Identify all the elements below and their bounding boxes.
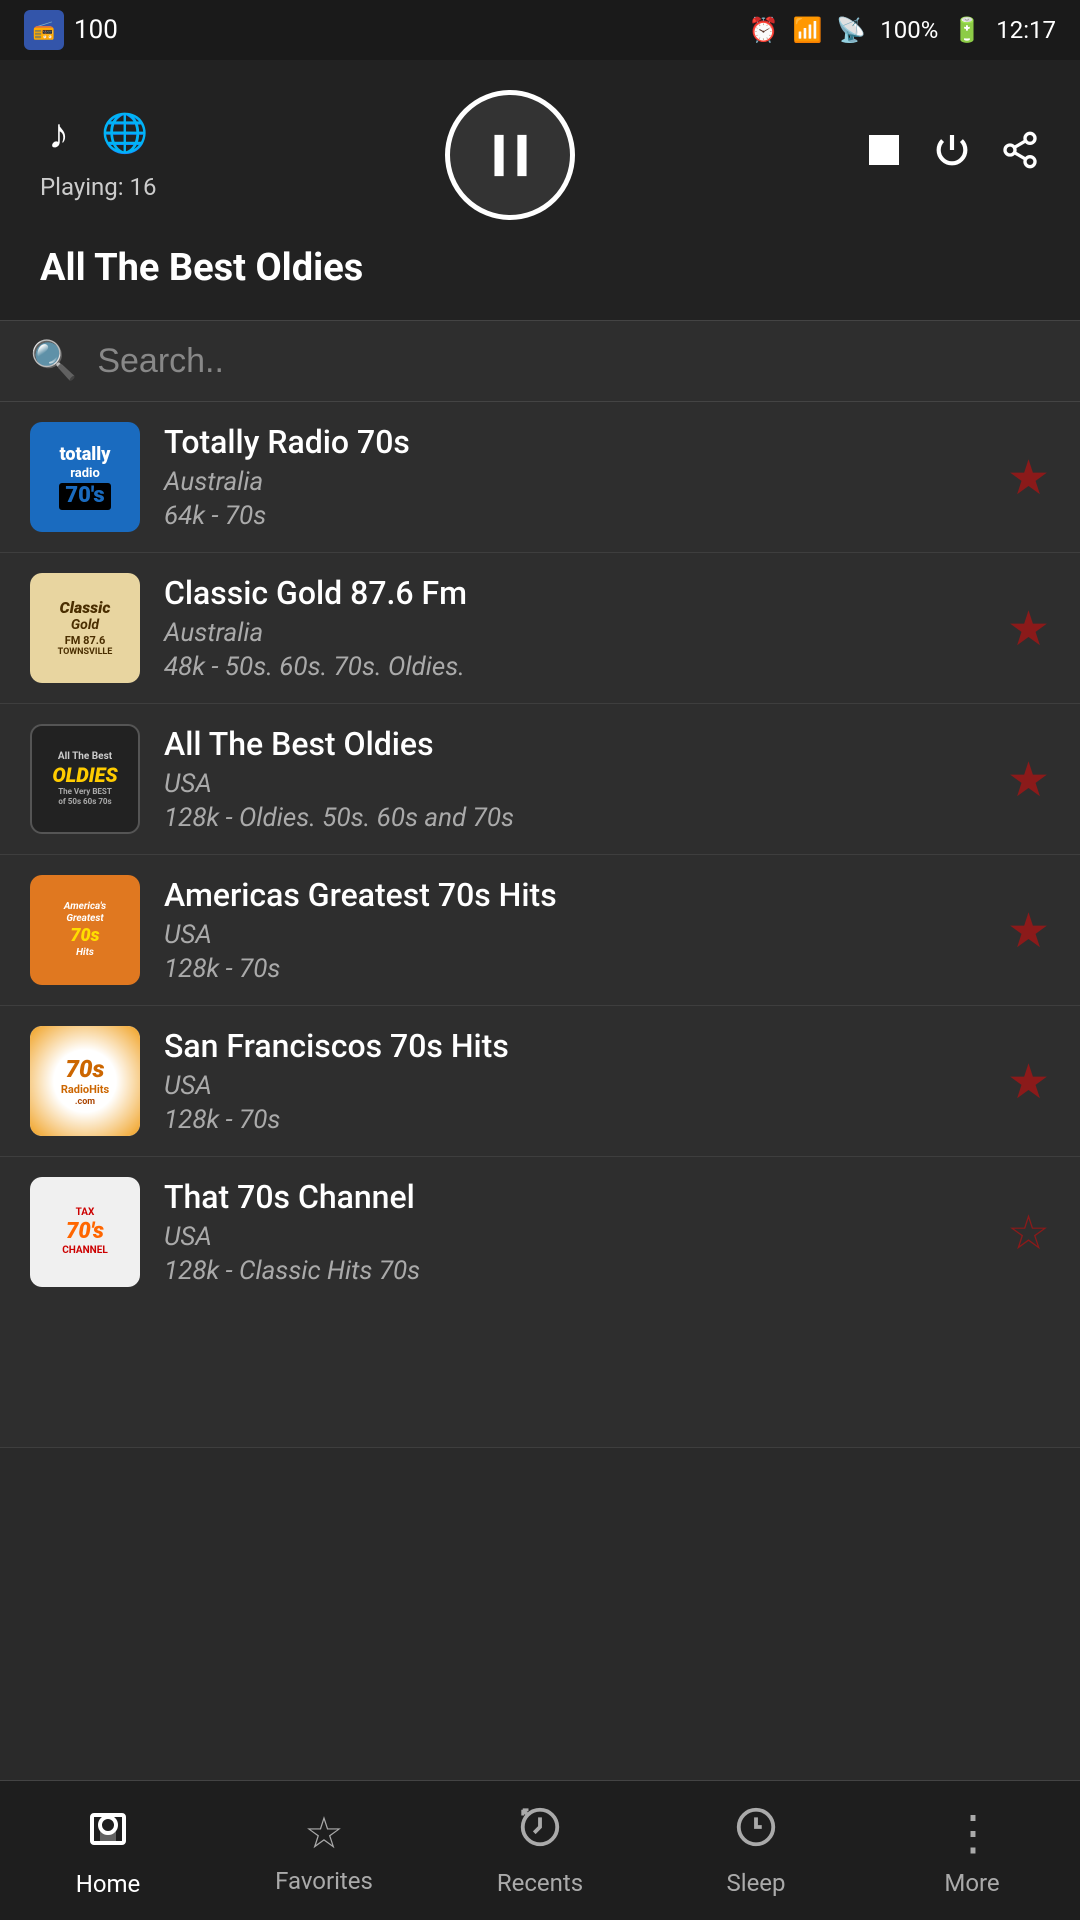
station-name-5: San Franciscos 70s Hits	[164, 1027, 991, 1065]
station-item[interactable]: Classic Gold FM 87.6 TOWNSVILLE Classic …	[0, 553, 1080, 704]
status-left: 📻 100	[24, 10, 118, 50]
station-info-2: Classic Gold 87.6 Fm Australia 48k - 50s…	[164, 574, 991, 682]
pause-button[interactable]	[445, 90, 575, 220]
favorite-star-4[interactable]: ★	[1007, 902, 1050, 959]
status-right: ⏰ 📶 📡 100% 🔋 12:17	[749, 16, 1056, 44]
player-right-icons	[864, 130, 1040, 180]
station-logo-5: 70s RadioHits .com	[30, 1026, 140, 1136]
favorite-star-3[interactable]: ★	[1007, 751, 1050, 808]
station-info-3: All The Best Oldies USA 128k - Oldies. 5…	[164, 725, 991, 833]
station-info-1: Totally Radio 70s Australia 64k - 70s	[164, 423, 991, 531]
station-meta-2: 48k - 50s. 60s. 70s. Oldies.	[164, 652, 991, 682]
now-playing-title: All The Best Oldies	[40, 246, 1040, 290]
nav-home[interactable]: Home	[0, 1781, 216, 1920]
station-meta-1: 64k - 70s	[164, 501, 991, 531]
station-country-3: USA	[164, 769, 991, 799]
station-country-2: Australia	[164, 618, 991, 648]
station-info-4: Americas Greatest 70s Hits USA 128k - 70…	[164, 876, 991, 984]
favorite-star-6[interactable]: ☆	[1007, 1204, 1050, 1261]
sleep-label: Sleep	[726, 1869, 785, 1897]
more-label: More	[944, 1869, 999, 1897]
player-left-icons: ♪ 🌐 Playing: 16	[40, 110, 157, 201]
globe-icon[interactable]: 🌐	[101, 112, 148, 156]
station-item[interactable]: America's Greatest 70s Hits Americas Gre…	[0, 855, 1080, 1006]
battery-icon: 🔋	[952, 16, 982, 44]
power-button[interactable]	[932, 130, 972, 180]
nav-favorites[interactable]: ☆ Favorites	[216, 1781, 432, 1920]
nav-sleep[interactable]: Sleep	[648, 1781, 864, 1920]
station-item[interactable]: TAX 70's CHANNEL That 70s Channel USA 12…	[0, 1157, 1080, 1448]
sleep-icon	[733, 1804, 779, 1861]
station-list: totally radio 70's Totally Radio 70s Aus…	[0, 402, 1080, 1448]
nav-recents[interactable]: Recents	[432, 1781, 648, 1920]
station-country-4: USA	[164, 920, 991, 950]
share-button[interactable]	[1000, 130, 1040, 180]
station-info-5: San Franciscos 70s Hits USA 128k - 70s	[164, 1027, 991, 1135]
favorite-star-2[interactable]: ★	[1007, 600, 1050, 657]
favorite-star-5[interactable]: ★	[1007, 1053, 1050, 1110]
search-bar: 🔍	[0, 320, 1080, 402]
recents-icon	[517, 1804, 563, 1861]
station-country-6: USA	[164, 1222, 991, 1252]
home-label: Home	[76, 1870, 141, 1898]
station-name-4: Americas Greatest 70s Hits	[164, 876, 991, 914]
search-icon: 🔍	[30, 339, 77, 383]
station-logo-4: America's Greatest 70s Hits	[30, 875, 140, 985]
app-icon: 📻	[24, 10, 64, 50]
media-icons-row: ♪ 🌐	[48, 110, 148, 159]
stop-button[interactable]	[864, 130, 904, 180]
player-header: ♪ 🌐 Playing: 16	[0, 60, 1080, 320]
station-meta-4: 128k - 70s	[164, 954, 991, 984]
favorites-label: Favorites	[275, 1867, 373, 1895]
station-name-2: Classic Gold 87.6 Fm	[164, 574, 991, 612]
station-item[interactable]: totally radio 70's Totally Radio 70s Aus…	[0, 402, 1080, 553]
player-controls-row: ♪ 🌐 Playing: 16	[40, 90, 1040, 220]
station-meta-5: 128k - 70s	[164, 1105, 991, 1135]
station-item[interactable]: 70s RadioHits .com San Franciscos 70s Hi…	[0, 1006, 1080, 1157]
station-meta-6: 128k - Classic Hits 70s	[164, 1256, 991, 1286]
nav-more[interactable]: ⋮ More	[864, 1781, 1080, 1920]
favorites-icon: ☆	[304, 1807, 343, 1859]
wifi-icon: 📶	[793, 16, 823, 44]
station-logo-3: All The Best OLDIES The Very BEST of 50s…	[30, 724, 140, 834]
station-logo-6: TAX 70's CHANNEL	[30, 1177, 140, 1287]
search-input[interactable]	[97, 342, 1050, 381]
station-item[interactable]: All The Best OLDIES The Very BEST of 50s…	[0, 704, 1080, 855]
station-name-6: That 70s Channel	[164, 1178, 991, 1216]
playing-status: Playing: 16	[40, 173, 157, 201]
station-country-1: Australia	[164, 467, 991, 497]
time-display: 12:17	[996, 16, 1056, 44]
battery-text: 100%	[880, 16, 938, 44]
recents-label: Recents	[497, 1869, 583, 1897]
station-country-5: USA	[164, 1071, 991, 1101]
status-number: 100	[74, 15, 118, 45]
station-logo-1: totally radio 70's	[30, 422, 140, 532]
status-bar: 📻 100 ⏰ 📶 📡 100% 🔋 12:17	[0, 0, 1080, 60]
bottom-nav: Home ☆ Favorites Recents Sleep ⋮ More	[0, 1780, 1080, 1920]
signal-icon: 📡	[836, 16, 866, 44]
station-name-1: Totally Radio 70s	[164, 423, 991, 461]
station-meta-3: 128k - Oldies. 50s. 60s and 70s	[164, 803, 991, 833]
more-icon: ⋮	[949, 1804, 995, 1861]
station-info-6: That 70s Channel USA 128k - Classic Hits…	[164, 1178, 991, 1286]
alarm-icon: ⏰	[749, 16, 779, 44]
music-note-icon[interactable]: ♪	[48, 110, 69, 159]
station-logo-2: Classic Gold FM 87.6 TOWNSVILLE	[30, 573, 140, 683]
home-icon	[84, 1803, 132, 1862]
station-name-3: All The Best Oldies	[164, 725, 991, 763]
favorite-star-1[interactable]: ★	[1007, 449, 1050, 506]
